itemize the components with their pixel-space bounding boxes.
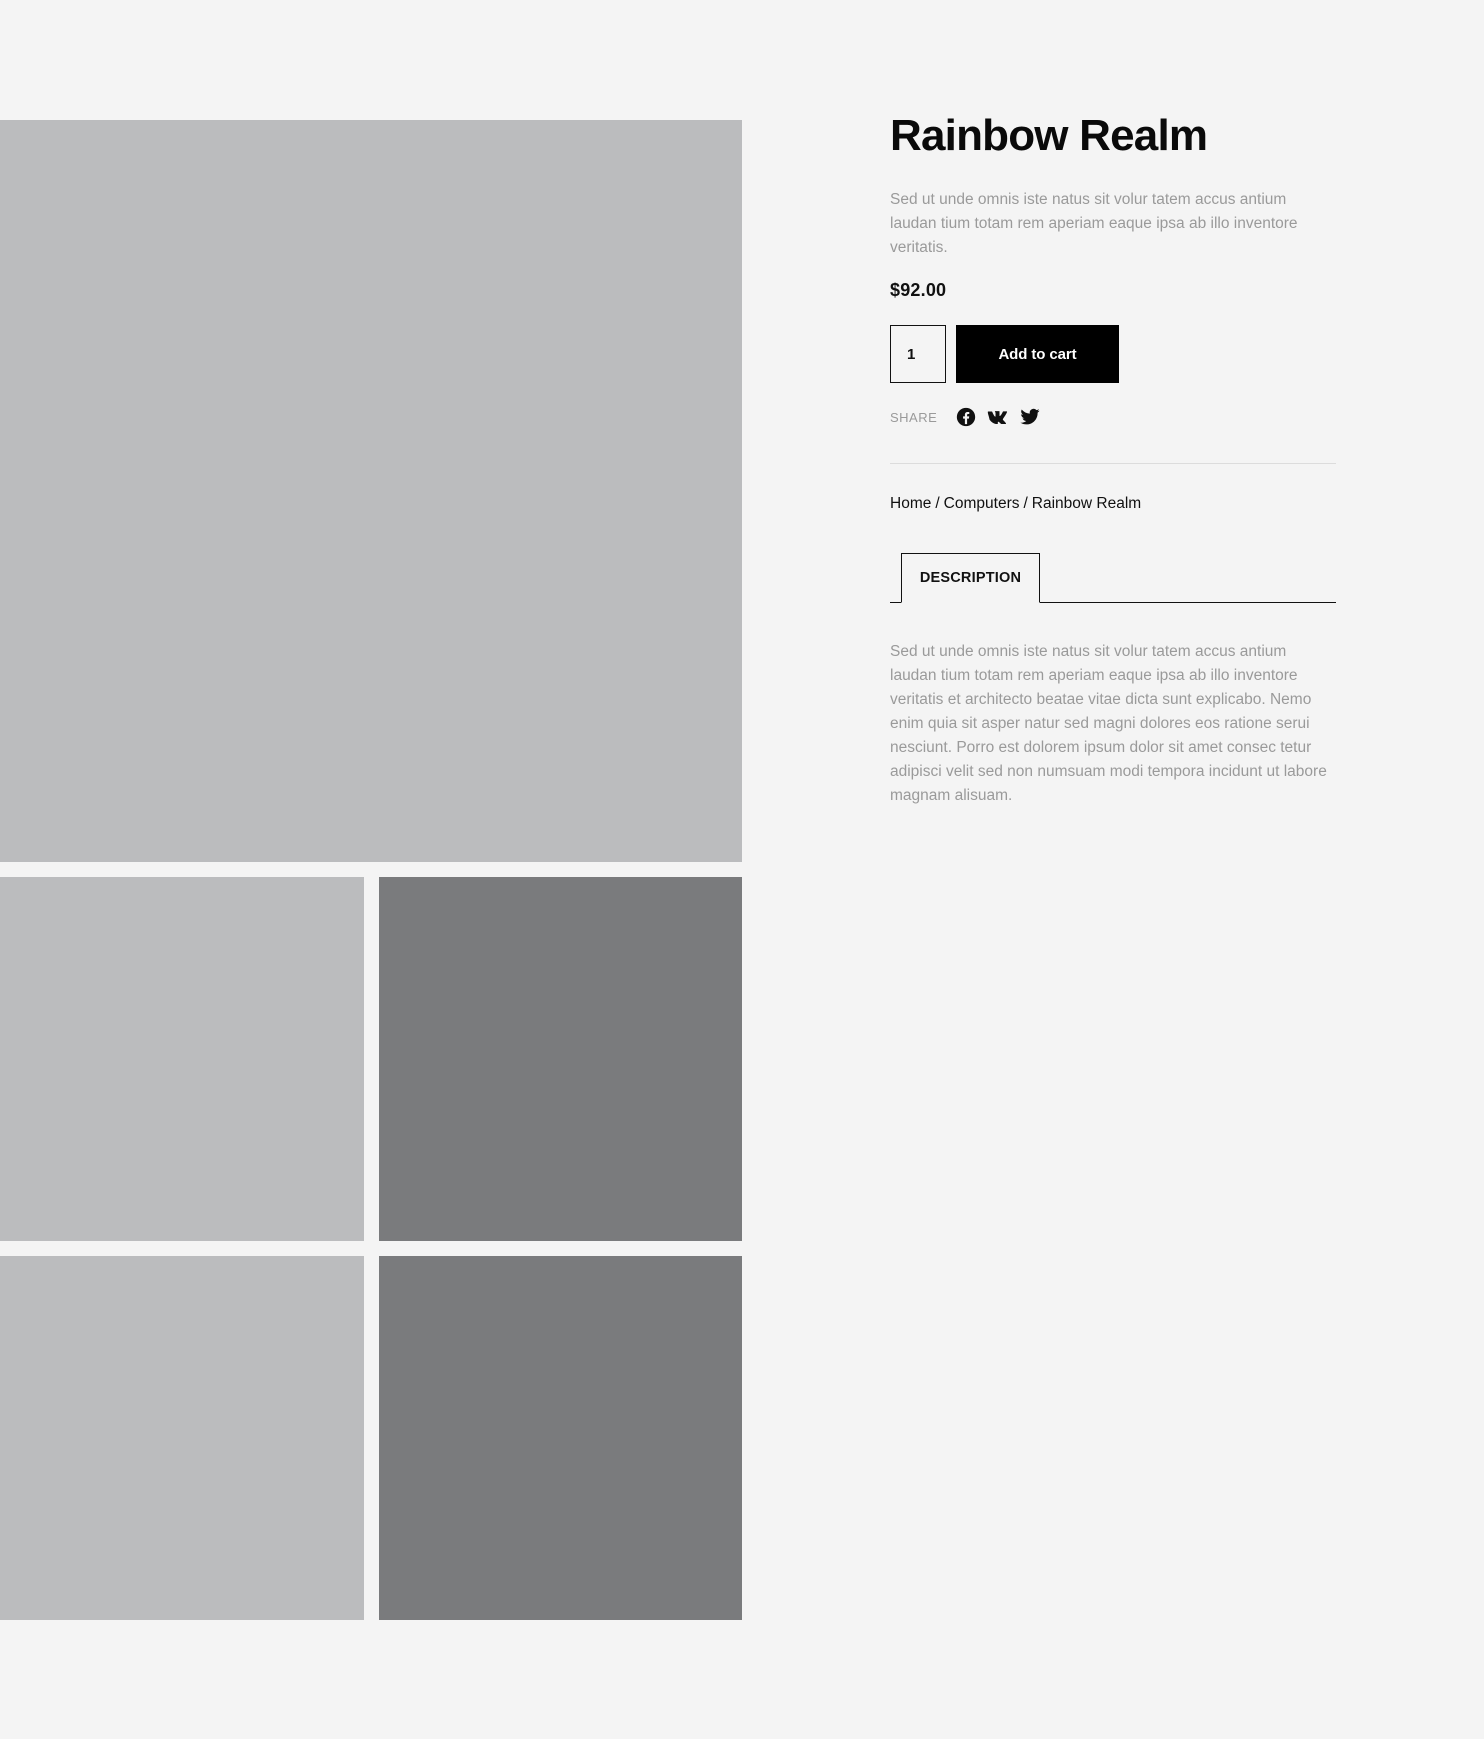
- quantity-input[interactable]: 1: [890, 325, 946, 383]
- product-description-text: Sed ut unde omnis iste natus sit volur t…: [890, 643, 1327, 804]
- product-summary: Rainbow Realm Sed ut unde omnis iste nat…: [890, 110, 1336, 808]
- product-short-description: Sed ut unde omnis iste natus sit volur t…: [890, 191, 1298, 256]
- product-gallery: [0, 120, 742, 1620]
- gallery-image-1[interactable]: [0, 877, 364, 1241]
- product-price: $92.00: [890, 280, 947, 300]
- tab-description[interactable]: DESCRIPTION: [901, 553, 1040, 603]
- product-page: Rainbow Realm Sed ut unde omnis iste nat…: [0, 0, 1484, 1739]
- product-tabs: DESCRIPTION: [890, 553, 1336, 603]
- main-product-image[interactable]: [0, 120, 742, 862]
- share-label: SHARE: [890, 409, 938, 425]
- gallery-image-2[interactable]: [379, 877, 742, 1241]
- vk-icon[interactable]: [987, 406, 1009, 428]
- summary-divider: [890, 463, 1336, 464]
- facebook-icon[interactable]: [955, 406, 977, 428]
- add-to-cart-button[interactable]: Add to cart: [956, 325, 1119, 383]
- breadcrumb-computers[interactable]: Computers: [944, 495, 1020, 512]
- gallery-image-4[interactable]: [379, 1256, 742, 1620]
- breadcrumb-current: Rainbow Realm: [1031, 495, 1142, 512]
- gallery-thumbnails: [0, 877, 742, 1620]
- breadcrumb-home[interactable]: Home: [890, 495, 931, 512]
- breadcrumb-separator: /: [935, 495, 940, 512]
- share-row: SHARE: [890, 405, 1336, 429]
- twitter-icon[interactable]: [1019, 406, 1041, 428]
- breadcrumb: Home / Computers / Rainbow Realm: [890, 495, 1336, 513]
- product-title: Rainbow Realm: [890, 111, 1208, 160]
- gallery-image-3[interactable]: [0, 1256, 364, 1620]
- add-to-cart-form: 1 Add to cart: [890, 325, 1336, 383]
- breadcrumb-separator: /: [1023, 495, 1028, 512]
